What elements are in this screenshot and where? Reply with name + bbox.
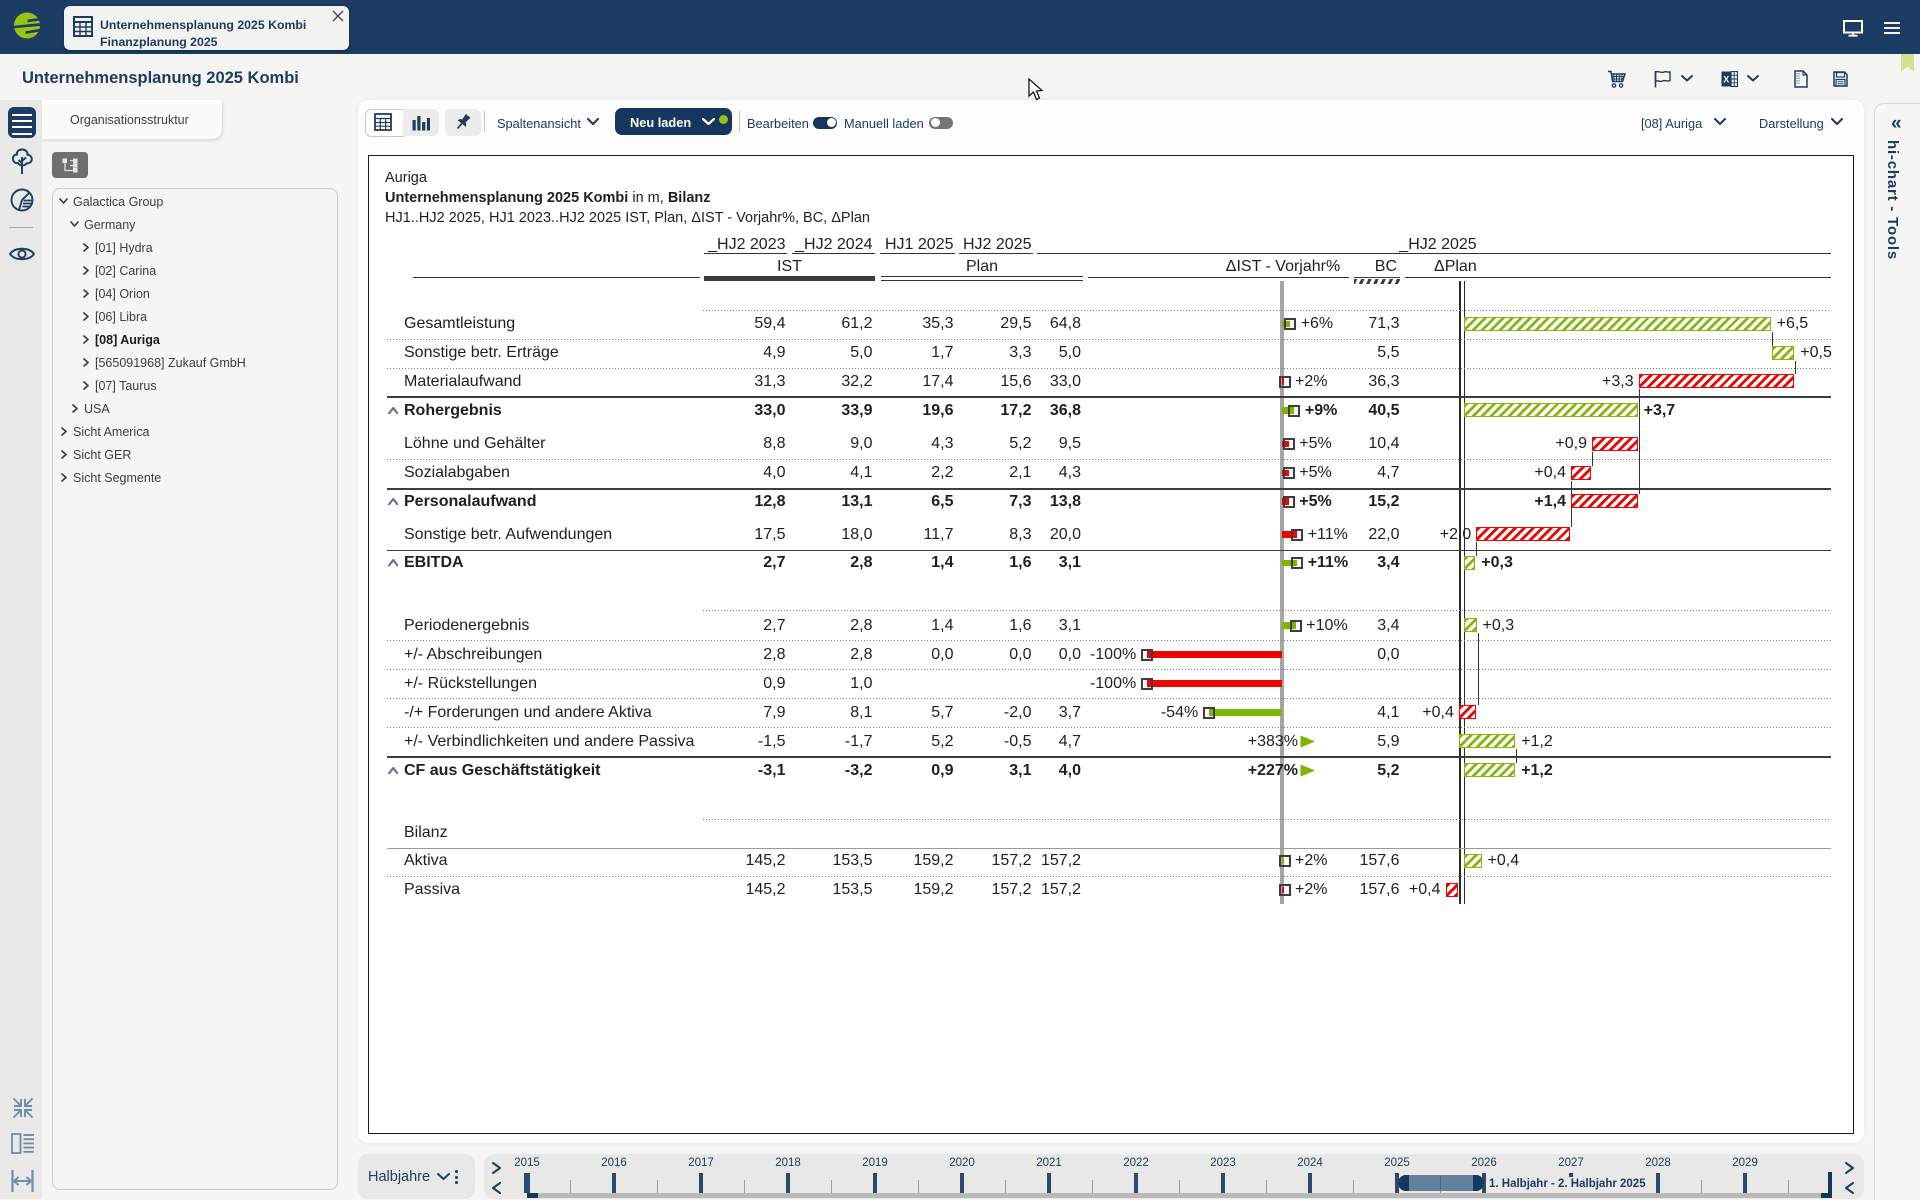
svg-text:X: X (1723, 75, 1729, 85)
